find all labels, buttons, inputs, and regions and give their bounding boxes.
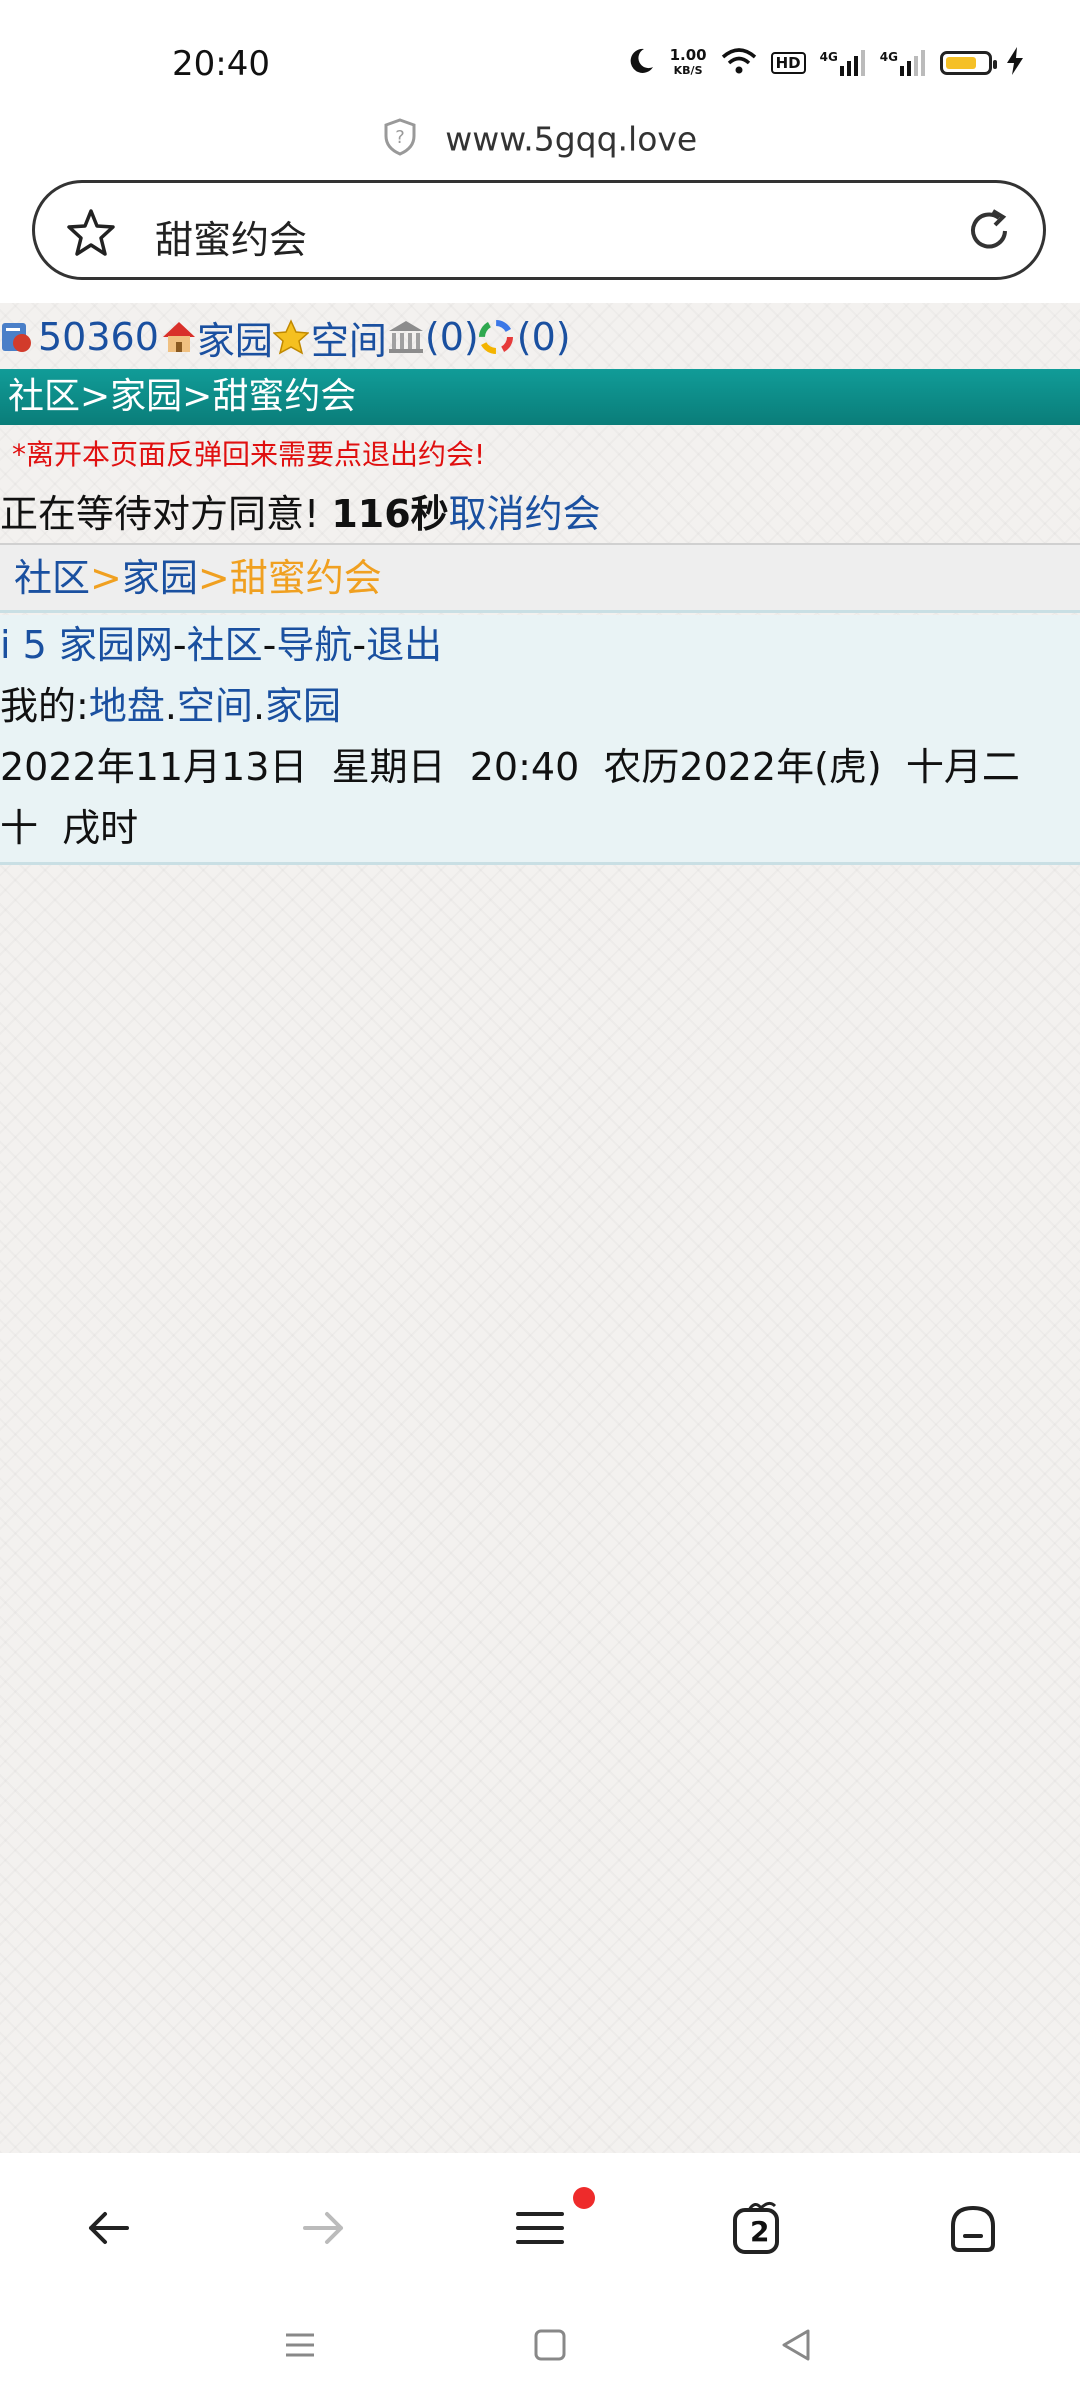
bank-count-link[interactable]: (0) xyxy=(425,315,479,359)
star-badge-icon xyxy=(272,319,310,355)
user-count-link[interactable]: 50360 xyxy=(38,315,159,359)
breadcrumb-current: 甜蜜约会 xyxy=(229,556,382,600)
countdown: 116秒 xyxy=(331,492,449,536)
shield-icon: ? xyxy=(383,118,417,164)
charging-icon xyxy=(1006,47,1024,79)
footer-navigation-link[interactable]: 导航 xyxy=(276,623,352,667)
battery-icon xyxy=(940,51,997,75)
breadcrumb-sep: > xyxy=(197,556,230,600)
status-bar: 20:40 1.00 KB/S HD 4G 4G xyxy=(0,0,1080,120)
signal-icon: 4G xyxy=(820,50,866,76)
forward-arrow-icon[interactable] xyxy=(288,2193,358,2263)
site-name-link[interactable]: i 5 家园网 xyxy=(0,623,173,667)
date-line-2: 十 戌时 xyxy=(0,806,139,850)
status-time: 20:40 xyxy=(172,44,270,84)
home-link[interactable]: 家园 xyxy=(197,310,273,365)
cancel-date-link[interactable]: 取消约会 xyxy=(449,492,601,536)
color-count-link[interactable]: (0) xyxy=(517,315,571,359)
my-home-link[interactable]: 家园 xyxy=(265,684,341,728)
recents-icon[interactable] xyxy=(282,2327,318,2367)
web-content: 50360 家园 空间 (0) (0) 社区>家园>甜蜜约会 *离开本页面反弹回… xyxy=(0,303,1080,2153)
system-nav-bar xyxy=(0,2293,1080,2400)
color-wheel-icon xyxy=(478,319,515,355)
home-icon[interactable] xyxy=(938,2193,1008,2263)
status-icons: 1.00 KB/S HD 4G 4G xyxy=(626,46,1024,80)
address-bar[interactable]: 甜蜜约会 xyxy=(32,180,1046,280)
leave-warning: *离开本页面反弹回来需要点退出约会! xyxy=(12,438,486,471)
signal-icon-2: 4G xyxy=(880,50,926,76)
space-link[interactable]: 空间 xyxy=(311,310,387,365)
bank-icon xyxy=(387,319,423,355)
waiting-status: 正在等待对方同意! 116秒取消约会 xyxy=(0,483,601,538)
footer-my-row: 我的:地盘.空间.家园 xyxy=(0,684,342,728)
breadcrumb-sep: > xyxy=(90,556,122,600)
back-arrow-icon[interactable] xyxy=(74,2193,144,2263)
site-footer: i 5 家园网-社区-导航-退出 我的:地盘.空间.家园 2022年11月13日… xyxy=(0,615,1080,865)
svg-text:?: ? xyxy=(395,127,405,148)
star-icon[interactable] xyxy=(65,207,117,263)
my-label: 我的: xyxy=(0,684,89,728)
menu-icon[interactable] xyxy=(505,2187,595,2263)
wifi-icon xyxy=(721,47,757,79)
url-display[interactable]: ? www.5gqq.love xyxy=(0,118,1080,164)
house-icon xyxy=(159,319,195,355)
tabs-count: 2 xyxy=(750,2215,770,2248)
hd-icon: HD xyxy=(770,52,806,74)
waiting-text: 正在等待对方同意! xyxy=(0,492,320,536)
browser-toolbar: 2 xyxy=(0,2153,1080,2293)
my-space-link[interactable]: 空间 xyxy=(177,684,253,728)
breadcrumb-community[interactable]: 社区 xyxy=(14,556,90,600)
moon-icon xyxy=(626,46,656,80)
date-line-1: 2022年11月13日 星期日 20:40 农历2022年(虎) 十月二 xyxy=(0,745,1020,789)
breadcrumb-home[interactable]: 家园 xyxy=(122,556,198,600)
footer-nav-row: i 5 家园网-社区-导航-退出 xyxy=(0,623,443,667)
footer-community-link[interactable]: 社区 xyxy=(187,623,263,667)
notification-dot xyxy=(573,2187,595,2209)
logout-link[interactable]: 退出 xyxy=(366,623,442,667)
back-triangle-icon[interactable] xyxy=(778,2327,814,2367)
breadcrumb: 社区>家园>甜蜜约会 xyxy=(0,543,1080,613)
network-speed: 1.00 KB/S xyxy=(669,46,707,77)
page-title: 甜蜜约会 xyxy=(155,218,308,262)
my-land-link[interactable]: 地盘 xyxy=(89,684,165,728)
user-icon xyxy=(0,319,36,355)
home-square-icon[interactable] xyxy=(532,2327,568,2367)
tabs-icon[interactable]: 2 xyxy=(722,2193,792,2263)
top-links: 50360 家园 空间 (0) (0) xyxy=(0,305,571,369)
url-text: www.5gqq.love xyxy=(445,119,698,159)
reload-icon[interactable] xyxy=(963,205,1015,261)
nav-title-bar: 社区>家园>甜蜜约会 xyxy=(0,369,1080,425)
